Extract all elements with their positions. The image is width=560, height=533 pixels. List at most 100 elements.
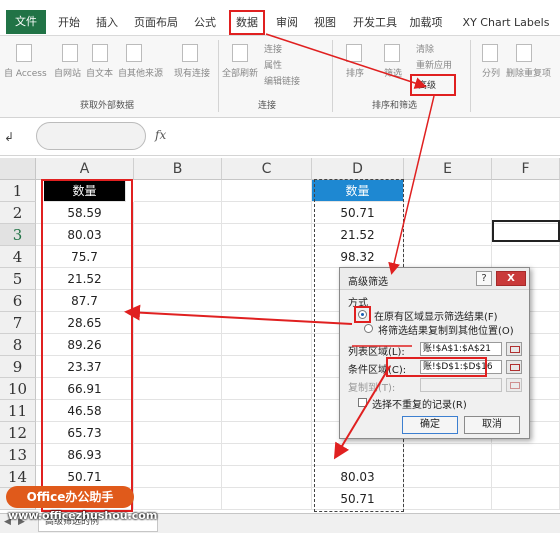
cell-f13[interactable] <box>492 444 560 466</box>
select-all-corner[interactable] <box>0 158 36 180</box>
cancel-button[interactable]: 取消 <box>464 416 520 434</box>
tab-file[interactable]: 文件 <box>6 10 46 34</box>
from-access-button[interactable]: 自 Access <box>4 66 47 79</box>
cell-e3[interactable] <box>404 224 492 246</box>
cell-b13[interactable] <box>134 444 222 466</box>
copy-to-input[interactable] <box>420 378 502 392</box>
cell-b3[interactable] <box>134 224 222 246</box>
row-header-5[interactable]: 5 <box>0 268 36 290</box>
cell-e2[interactable] <box>404 202 492 224</box>
cell-c13[interactable] <box>222 444 312 466</box>
cell-b11[interactable] <box>134 400 222 422</box>
cell-b7[interactable] <box>134 312 222 334</box>
copy-to-collapse-button[interactable] <box>506 378 522 392</box>
cell-b6[interactable] <box>134 290 222 312</box>
column-header-e[interactable]: E <box>404 158 492 180</box>
row-header-8[interactable]: 8 <box>0 334 36 356</box>
cell-f4[interactable] <box>492 246 560 268</box>
cell-c2[interactable] <box>222 202 312 224</box>
row-header-2[interactable]: 2 <box>0 202 36 224</box>
row-header-1[interactable]: 1 <box>0 180 36 202</box>
row-header-4[interactable]: 4 <box>0 246 36 268</box>
tab-xy-chart-labels[interactable]: XY Chart Labels <box>456 12 556 34</box>
split-columns-button[interactable]: 分列 <box>482 66 500 79</box>
remove-duplicates-button[interactable]: 删除重复项 <box>506 66 551 79</box>
cell-b14[interactable] <box>134 466 222 488</box>
criteria-range-collapse-button[interactable] <box>506 360 522 374</box>
cell-c1[interactable] <box>222 180 312 202</box>
cell-c11[interactable] <box>222 400 312 422</box>
cell-e15[interactable] <box>404 488 492 510</box>
cell-f1[interactable] <box>492 180 560 202</box>
column-header-c[interactable]: C <box>222 158 312 180</box>
column-header-a[interactable]: A <box>36 158 134 180</box>
row-header-13[interactable]: 13 <box>0 444 36 466</box>
row-header-12[interactable]: 12 <box>0 422 36 444</box>
tab-review[interactable]: 审阅 <box>272 12 302 34</box>
from-text-button[interactable]: 自文本 <box>86 66 113 79</box>
reapply-button[interactable]: 重新应用 <box>416 58 452 71</box>
cell-c5[interactable] <box>222 268 312 290</box>
cell-e13[interactable] <box>404 444 492 466</box>
cell-e1[interactable] <box>404 180 492 202</box>
cell-b8[interactable] <box>134 334 222 356</box>
row-header-10[interactable]: 10 <box>0 378 36 400</box>
clear-button[interactable]: 清除 <box>416 42 434 55</box>
list-range-collapse-button[interactable] <box>506 342 522 356</box>
tab-view[interactable]: 视图 <box>310 12 340 34</box>
column-header-d[interactable]: D <box>312 158 404 180</box>
tab-developer[interactable]: 开发工具 <box>350 12 400 34</box>
name-box[interactable] <box>36 122 146 150</box>
close-button[interactable]: X <box>496 271 526 286</box>
cell-e14[interactable] <box>404 466 492 488</box>
tab-data[interactable]: 数据 <box>229 10 265 35</box>
cell-c15[interactable] <box>222 488 312 510</box>
connections-button[interactable]: 连接 <box>264 42 282 55</box>
cell-b2[interactable] <box>134 202 222 224</box>
help-button[interactable]: ? <box>476 271 492 286</box>
cell-b10[interactable] <box>134 378 222 400</box>
cell-e4[interactable] <box>404 246 492 268</box>
cell-b15[interactable] <box>134 488 222 510</box>
existing-connections-button[interactable]: 现有连接 <box>174 66 210 79</box>
column-header-b[interactable]: B <box>134 158 222 180</box>
tab-page-layout[interactable]: 页面布局 <box>130 12 182 34</box>
radio-copy-elsewhere[interactable] <box>364 324 373 333</box>
from-web-button[interactable]: 自网站 <box>54 66 81 79</box>
cell-c4[interactable] <box>222 246 312 268</box>
tab-formulas[interactable]: 公式 <box>190 12 220 34</box>
cell-b1[interactable] <box>134 180 222 202</box>
row-header-7[interactable]: 7 <box>0 312 36 334</box>
active-cell-f3[interactable] <box>492 220 560 242</box>
tab-addins[interactable]: 加载项 <box>406 12 446 34</box>
cell-c7[interactable] <box>222 312 312 334</box>
unique-records-checkbox[interactable] <box>358 398 367 407</box>
cell-f14[interactable] <box>492 466 560 488</box>
fx-icon[interactable]: fx <box>155 128 166 142</box>
cell-c6[interactable] <box>222 290 312 312</box>
cell-c10[interactable] <box>222 378 312 400</box>
edit-links-button[interactable]: 编辑链接 <box>264 74 300 87</box>
refresh-all-button[interactable]: 全部刷新 <box>222 66 258 79</box>
cell-b9[interactable] <box>134 356 222 378</box>
cell-c3[interactable] <box>222 224 312 246</box>
row-header-9[interactable]: 9 <box>0 356 36 378</box>
row-header-11[interactable]: 11 <box>0 400 36 422</box>
cell-c12[interactable] <box>222 422 312 444</box>
properties-button[interactable]: 属性 <box>264 58 282 71</box>
column-header-f[interactable]: F <box>492 158 560 180</box>
sort-button[interactable]: 排序 <box>346 66 364 79</box>
tab-home[interactable]: 开始 <box>54 12 84 34</box>
row-header-3[interactable]: 3 <box>0 224 36 246</box>
cell-b4[interactable] <box>134 246 222 268</box>
row-header-14[interactable]: 14 <box>0 466 36 488</box>
from-other-button[interactable]: 自其他来源 <box>118 66 163 79</box>
filter-button[interactable]: 筛选 <box>384 66 402 79</box>
list-range-input[interactable]: 账!$A$1:$A$21 <box>420 342 502 356</box>
cell-c9[interactable] <box>222 356 312 378</box>
cell-c8[interactable] <box>222 334 312 356</box>
cell-b12[interactable] <box>134 422 222 444</box>
cell-c14[interactable] <box>222 466 312 488</box>
row-header-6[interactable]: 6 <box>0 290 36 312</box>
cell-b5[interactable] <box>134 268 222 290</box>
